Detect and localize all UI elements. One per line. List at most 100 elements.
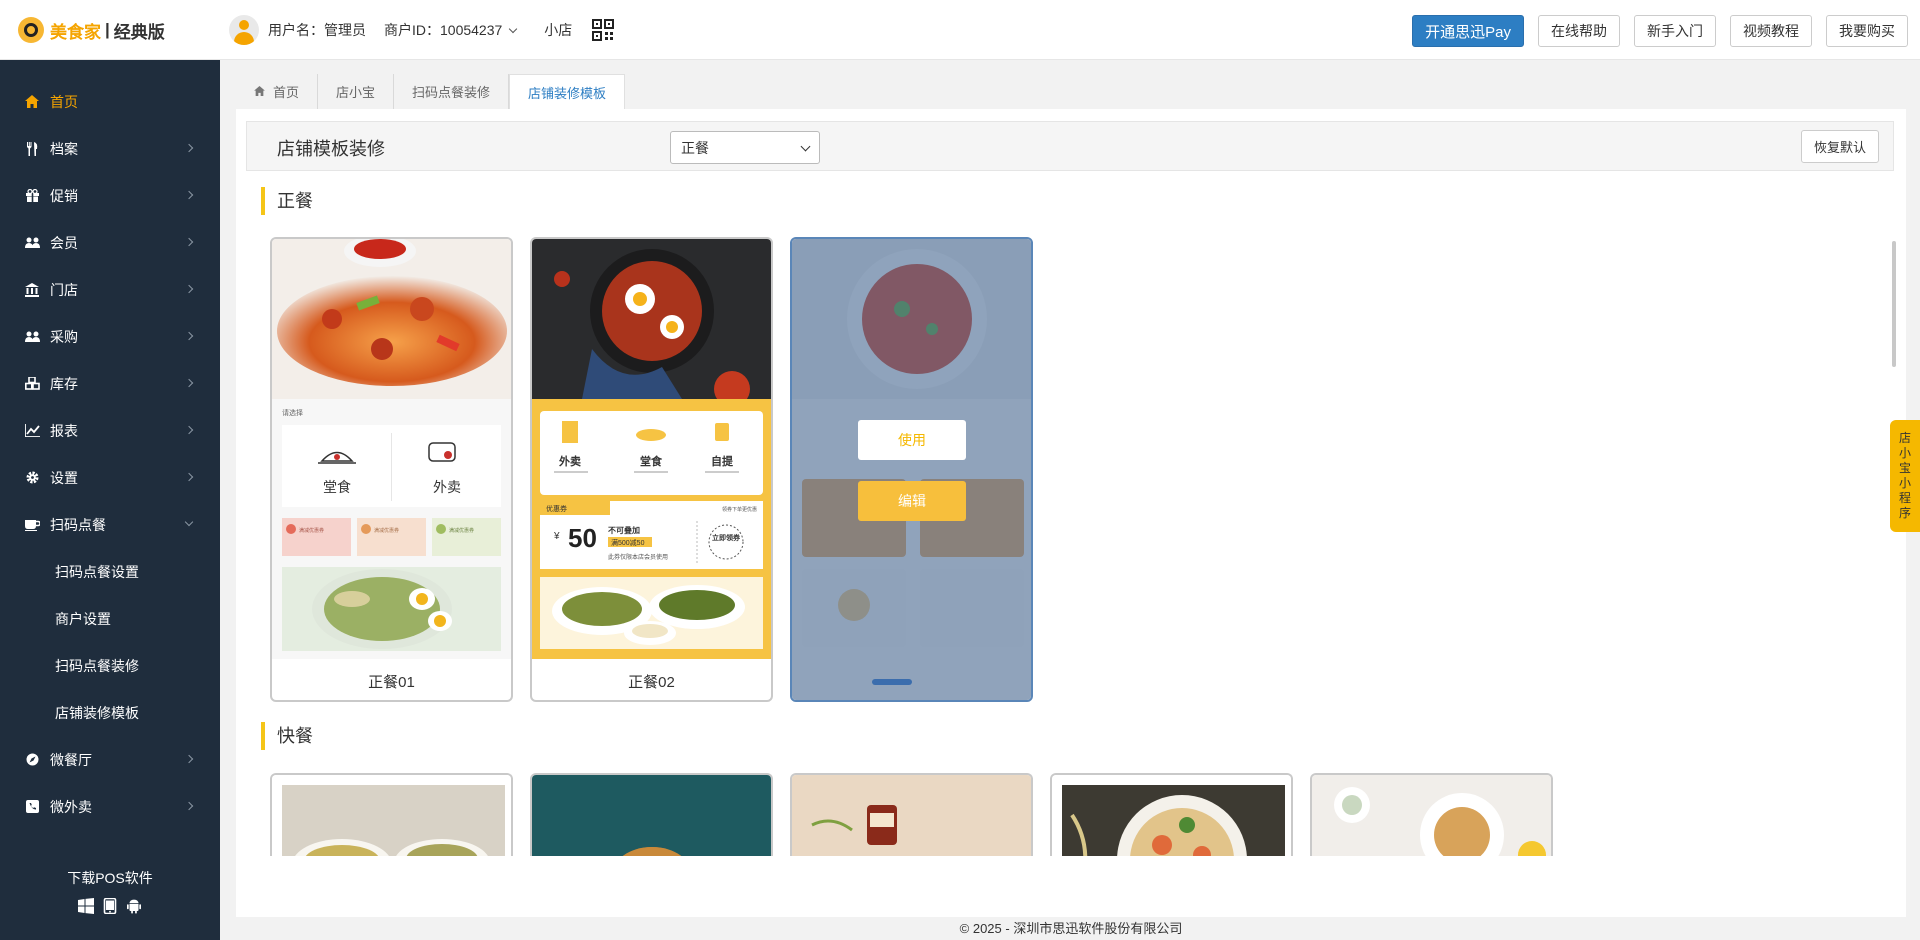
chevron-right-icon xyxy=(184,143,194,153)
logo[interactable]: 美食家 | 经典版 xyxy=(18,16,165,44)
video-tutorial-button[interactable]: 视频教程 xyxy=(1730,15,1812,47)
username: 用户名：管理员 xyxy=(268,22,366,38)
sidebar-item-label: 扫码点餐 xyxy=(50,516,106,533)
template-card-fast-05[interactable] xyxy=(1310,773,1553,856)
sidebar-item-reports[interactable]: 报表 xyxy=(0,407,220,454)
online-help-button[interactable]: 在线帮助 xyxy=(1538,15,1620,47)
sidebar-item-inventory[interactable]: 库存 xyxy=(0,360,220,407)
template-type-select[interactable]: 正餐 xyxy=(670,131,820,164)
float-tab-char: 小 xyxy=(1898,476,1911,490)
sidebar-item-purchase[interactable]: 采购 xyxy=(0,313,220,360)
template-card-fast-02[interactable] xyxy=(530,773,773,856)
users-icon xyxy=(24,235,40,251)
template-card-formal-02[interactable]: 外卖 堂食 自提 优惠券 领券下单更优惠 ¥ 50 不可叠加 满500减50 此… xyxy=(530,237,773,702)
tablet-icon[interactable] xyxy=(102,898,118,914)
edit-template-button[interactable]: 编辑 xyxy=(858,481,966,521)
top-actions: 开通思迅Pay 在线帮助 新手入门 视频教程 我要购买 xyxy=(1412,15,1908,47)
sidebar-item-label: 门店 xyxy=(50,281,78,298)
svg-text:外卖: 外卖 xyxy=(558,454,581,468)
section-title-formal: 正餐 xyxy=(261,187,313,215)
svg-text:满减优惠券: 满减优惠券 xyxy=(299,527,324,534)
mini-program-float-tab[interactable]: 店 小 宝 小 程 序 xyxy=(1890,420,1920,532)
open-pay-button[interactable]: 开通思迅Pay xyxy=(1412,15,1524,47)
logo-icon xyxy=(18,17,44,43)
sidebar-item-settings[interactable]: 设置 xyxy=(0,454,220,501)
sidebar-item-archive[interactable]: 档案 xyxy=(0,125,220,172)
sidebar-subitem-scan-decoration[interactable]: 扫码点餐装修 xyxy=(0,642,220,689)
svg-text:满减优惠券: 满减优惠券 xyxy=(374,527,399,534)
chevron-right-icon xyxy=(184,801,194,811)
use-template-button[interactable]: 使用 xyxy=(858,420,966,460)
chevron-right-icon xyxy=(184,190,194,200)
dish-photo: 外卖 堂食 自提 优惠券 领券下单更优惠 ¥ 50 不可叠加 满500减50 此… xyxy=(532,239,771,659)
download-pos-link[interactable]: 下载POS软件 xyxy=(0,868,220,888)
sidebar-subitem-store-templates[interactable]: 店铺装修模板 xyxy=(0,689,220,736)
tab-store-templates[interactable]: 店铺装修模板 xyxy=(509,74,626,109)
svg-text:优惠券: 优惠券 xyxy=(546,504,567,513)
float-tab-char: 程 xyxy=(1898,491,1911,505)
template-header: 店铺模板装修 正餐 恢复默认 xyxy=(246,121,1894,171)
svg-text:堂食: 堂食 xyxy=(640,454,663,468)
svg-text:请选择: 请选择 xyxy=(282,408,303,417)
gear-icon xyxy=(24,470,40,486)
template-card-fast-04[interactable] xyxy=(1050,773,1293,856)
sidebar-item-label: 采购 xyxy=(50,328,78,345)
template-name: 正餐02 xyxy=(628,674,675,691)
template-card-formal-01[interactable]: 请选择 堂食 外卖 满减优惠券 满减优惠券 满减优惠券 正餐01 xyxy=(270,237,513,702)
svg-text:不可叠加: 不可叠加 xyxy=(608,525,640,535)
chart-icon xyxy=(24,423,40,439)
purchase-button[interactable]: 我要购买 xyxy=(1826,15,1908,47)
sidebar-item-label: 报表 xyxy=(50,422,78,439)
sidebar-item-label: 促销 xyxy=(50,187,78,204)
tab-dianxiaobao[interactable]: 店小宝 xyxy=(318,74,395,109)
restore-default-button[interactable]: 恢复默认 xyxy=(1800,130,1879,163)
sidebar-item-label: 设置 xyxy=(50,469,78,486)
dish-photo xyxy=(1312,775,1551,856)
tab-home[interactable]: 首页 xyxy=(236,74,319,109)
qr-code-icon[interactable] xyxy=(592,19,615,41)
shop-name[interactable]: 小店 xyxy=(544,20,572,40)
svg-text:外卖: 外卖 xyxy=(433,479,461,495)
template-card-fast-01[interactable] xyxy=(270,773,513,856)
option-dine-in: 堂食 xyxy=(323,479,351,495)
vertical-scrollbar[interactable] xyxy=(1892,241,1896,367)
avatar[interactable] xyxy=(229,15,259,45)
utensils-icon xyxy=(24,141,40,157)
sidebar-item-micro-restaurant[interactable]: 微餐厅 xyxy=(0,736,220,783)
template-thumbnail: 使用 编辑 xyxy=(792,239,1031,700)
template-list[interactable]: 正餐 请选择 堂食 外卖 满减优惠券 满减优惠券 满减优惠券 正餐01 外卖 堂… xyxy=(236,171,1906,856)
template-card-fast-03[interactable] xyxy=(790,773,1033,856)
home-icon xyxy=(254,85,265,99)
sidebar-item-label: 库存 xyxy=(50,375,78,392)
svg-text:50: 50 xyxy=(568,523,597,553)
sidebar-subitem-merchant-settings[interactable]: 商户设置 xyxy=(0,595,220,642)
sidebar-item-label: 微外卖 xyxy=(50,798,92,815)
sidebar-item-home[interactable]: 首页 xyxy=(0,78,220,125)
sidebar-item-members[interactable]: 会员 xyxy=(0,219,220,266)
merchant-id[interactable]: 商户ID：10054237 xyxy=(384,20,502,40)
home-icon xyxy=(24,94,40,110)
getting-started-button[interactable]: 新手入门 xyxy=(1634,15,1716,47)
template-card-formal-03[interactable]: 使用 编辑 xyxy=(790,237,1033,702)
card-hover-overlay xyxy=(792,239,1031,700)
users-icon xyxy=(24,329,40,345)
bank-icon xyxy=(24,282,40,298)
chevron-right-icon xyxy=(184,472,194,482)
tab-label: 首页 xyxy=(273,85,300,100)
chevron-down-icon[interactable] xyxy=(509,24,518,33)
tab-scan-decoration[interactable]: 扫码点餐装修 xyxy=(394,74,510,109)
svg-text:堂食: 堂食 xyxy=(323,479,351,495)
android-icon[interactable] xyxy=(126,898,142,914)
sidebar-item-stores[interactable]: 门店 xyxy=(0,266,220,313)
sidebar-subitem-scan-settings[interactable]: 扫码点餐设置 xyxy=(0,548,220,595)
sidebar-item-micro-delivery[interactable]: 微外卖 xyxy=(0,783,220,830)
chevron-down-icon xyxy=(800,141,811,152)
sidebar-item-promotion[interactable]: 促销 xyxy=(0,172,220,219)
dish-photo xyxy=(532,775,771,856)
os-icons xyxy=(78,898,142,914)
sidebar-item-scan-order[interactable]: 扫码点餐 xyxy=(0,501,220,548)
windows-icon[interactable] xyxy=(78,898,94,914)
compass-icon xyxy=(24,752,40,768)
dish-photo xyxy=(792,775,1031,856)
cubes-icon xyxy=(24,376,40,392)
